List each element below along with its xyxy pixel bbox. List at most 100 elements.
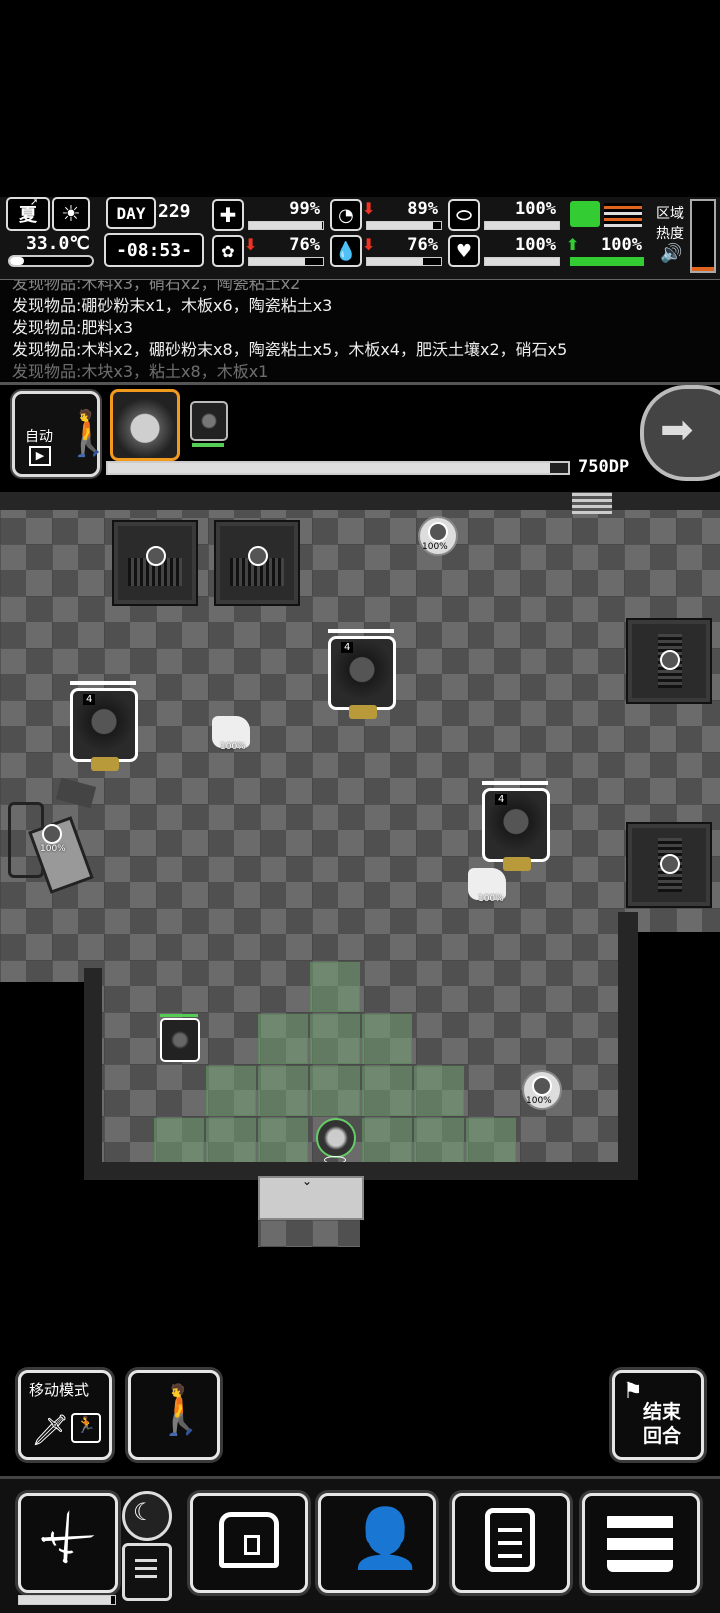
small-monster-token[interactable] <box>160 1014 200 1062</box>
wall-right <box>618 912 638 1182</box>
monster-token[interactable]: 4 <box>482 781 550 871</box>
stomach-icon: ◔ <box>330 199 362 231</box>
auto-label: 自动 <box>25 429 53 445</box>
crate[interactable] <box>214 520 300 606</box>
log-line: 发现物品:木料x2，硼砂粉末x8，陶瓷粘土x5，木板x4，肥沃土壤x2，硝石x5 <box>12 340 568 359</box>
boot-icon <box>570 201 600 227</box>
move-tile[interactable] <box>258 1118 308 1168</box>
log-line: 发现物品:木块x3，粘土x8，木板x1 <box>12 362 269 380</box>
temperature-readout: 33.0℃ <box>26 233 90 254</box>
chevron-down-icon: ⌄ <box>302 1174 313 1188</box>
next-turn-button[interactable]: ➡ <box>640 385 720 481</box>
thirst-value: 76% <box>407 235 438 255</box>
mood-value: 76% <box>289 235 320 255</box>
move-tile[interactable] <box>310 962 360 1012</box>
speaker-icon[interactable]: 🔊 <box>660 243 682 264</box>
chest-icon <box>219 1512 279 1568</box>
loot-percent: 100% <box>422 542 448 552</box>
stairs-up[interactable] <box>572 492 612 514</box>
enemy-portrait[interactable] <box>190 401 228 441</box>
end-turn-label-2: 回合 <box>643 1425 682 1447</box>
move-tile[interactable] <box>414 1066 464 1116</box>
move-tile[interactable] <box>310 1066 360 1116</box>
auto-button[interactable]: 自动 ▶ 🚶 <box>12 391 116 477</box>
move-tile[interactable] <box>258 1066 308 1116</box>
hunger-bar <box>366 221 442 230</box>
run-icon: 🏃 <box>71 1413 101 1443</box>
move-mode-button[interactable]: 移动模式 🗡 🏃 <box>18 1370 112 1460</box>
item-percent: 100% <box>220 742 246 752</box>
end-turn-button[interactable]: ⚑ 结束 回合 <box>612 1370 704 1460</box>
day-label-box: DAY <box>106 197 156 229</box>
tactical-map[interactable]: 100% 100% 100% 100% 100% 4 4 4 ⌄ <box>0 492 720 1247</box>
search-icon <box>42 824 62 844</box>
medkit-icon: ✚ <box>212 199 244 231</box>
broken-machine[interactable]: 100% <box>8 777 97 902</box>
heart-bar <box>484 257 560 266</box>
message-log: 发现物品:木料x3，硝石x2，陶瓷粘土x2 发现物品:硼砂粉末x1，木板x6，陶… <box>0 280 720 380</box>
crate[interactable] <box>626 822 712 908</box>
flag-icon: ⚑ <box>623 1379 643 1404</box>
walk-button[interactable]: 🚶 <box>128 1370 220 1460</box>
clock-time: -08:53- <box>116 239 192 261</box>
search-icon <box>660 854 680 874</box>
skills-button[interactable]: 👤 <box>318 1493 436 1593</box>
machine-percent: 100% <box>40 844 66 854</box>
search-icon <box>660 650 680 670</box>
loot-spot[interactable]: 100% <box>418 516 458 556</box>
journal-button[interactable] <box>452 1493 570 1593</box>
item-percent: 100% <box>478 894 504 904</box>
walk-icon: 🚶 <box>151 1382 211 1438</box>
thirst-bar <box>366 257 442 266</box>
log-line: 发现物品:硼砂粉末x1，木板x6，陶瓷粘土x3 <box>12 296 333 315</box>
search-icon <box>248 546 268 566</box>
empty-slot-button[interactable] <box>122 1543 172 1601</box>
monster-token[interactable]: 4 <box>328 629 396 719</box>
player-portrait[interactable] <box>110 389 180 461</box>
play-icon: ▶ <box>29 446 51 466</box>
loot-spot[interactable]: 100% <box>522 1070 562 1110</box>
move-tile[interactable] <box>362 1118 412 1168</box>
enemy-portrait-hp <box>192 443 224 447</box>
move-tile[interactable] <box>362 1066 412 1116</box>
water-drop-icon: 💧 <box>330 235 362 267</box>
loot-percent: 100% <box>526 1096 552 1106</box>
brain-icon: ✿ <box>212 235 244 267</box>
monster-level: 4 <box>341 642 354 653</box>
move-tile[interactable] <box>206 1118 256 1168</box>
zone-heat-label-2: 热度 <box>656 226 684 242</box>
thermometer-bar <box>8 255 94 267</box>
notebook-icon <box>485 1508 535 1572</box>
move-tile[interactable] <box>362 1014 412 1064</box>
player-token[interactable] <box>316 1118 356 1158</box>
summer-season-icon: ➚ <box>30 197 39 208</box>
bottom-toolbar: ⚔ ☾ 👤 <box>0 1476 720 1613</box>
clock-box: -08:53- <box>104 233 204 267</box>
monster-token[interactable]: 4 <box>70 681 138 771</box>
stamina-value: 100% <box>601 235 642 255</box>
move-tile[interactable] <box>310 1014 360 1064</box>
inventory-button[interactable] <box>190 1493 308 1593</box>
weapon-spear-button[interactable]: ⚔ <box>18 1493 118 1593</box>
monster-level: 4 <box>495 794 508 805</box>
arrow-right-icon: ➡ <box>660 407 694 453</box>
void-bottom <box>360 1180 720 1247</box>
move-tile[interactable] <box>154 1118 204 1168</box>
status-bar: 夏 ➚ ☀ 33.0℃ DAY 229 -08:53- ✚ 99% ◔ ⬇ 89… <box>0 197 720 281</box>
day-label: DAY <box>116 203 146 223</box>
top-wall <box>0 492 720 510</box>
secondary-weapon-button[interactable]: ☾ <box>122 1491 172 1541</box>
void-bottom <box>0 1180 258 1247</box>
move-tile[interactable] <box>206 1066 256 1116</box>
menu-button[interactable] <box>582 1493 700 1593</box>
mood-bar <box>248 257 324 266</box>
move-tile[interactable] <box>466 1118 516 1168</box>
turn-order-bar: 自动 ▶ 🚶 750DP ➡ <box>0 382 720 495</box>
weapon-durability-bar <box>18 1595 116 1605</box>
crate[interactable] <box>626 618 712 704</box>
move-tile[interactable] <box>414 1118 464 1168</box>
soldier-icon: 🚶 <box>61 408 116 459</box>
end-turn-label-1: 结束 <box>643 1401 682 1423</box>
crate[interactable] <box>112 520 198 606</box>
move-tile[interactable] <box>258 1014 308 1064</box>
